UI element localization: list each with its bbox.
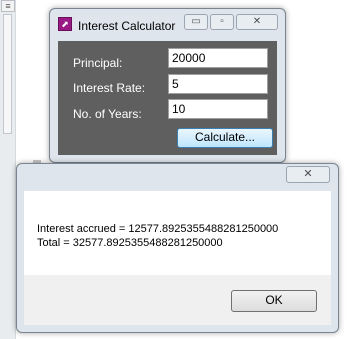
calculator-form: Principal: 20000 Interest Rate: 5 No. of… [58,41,277,155]
message-close-button[interactable]: ✕ [286,166,330,183]
maximize-button[interactable]: ▫ [210,14,234,30]
interest-rate-input[interactable]: 5 [168,74,268,94]
calculate-button[interactable]: Calculate... [177,128,273,148]
interest-accrued-text: Interest accrued = 12577.892535548828125… [37,223,279,235]
interest-calculator-window: ⬈ Interest Calculator ▭ ▫ ✕ Principal: 2… [49,8,286,163]
scroll-up-button[interactable]: ≡ [1,0,15,12]
scroll-thumb[interactable] [3,14,12,134]
window-title: Interest Calculator [78,19,176,33]
close-button[interactable]: ✕ [236,14,278,30]
interest-rate-label: Interest Rate: [73,81,146,95]
principal-input[interactable]: 20000 [168,48,268,68]
message-body: Interest accrued = 12577.892535548828125… [24,191,331,275]
minimize-button[interactable]: ▭ [184,14,208,30]
principal-label: Principal: [73,56,123,70]
window-controls: ▭ ▫ ✕ [182,14,278,30]
message-footer: OK [24,275,331,325]
years-input[interactable]: 10 [168,99,268,119]
result-message-box: ✕ Interest accrued = 12577.8925355488281… [16,163,339,333]
total-text: Total = 32577.8925355488281250000 [37,237,223,249]
ok-button[interactable]: OK [231,290,317,312]
chart-icon: ⬈ [58,17,72,31]
calculator-titlebar[interactable]: ⬈ Interest Calculator ▭ ▫ ✕ [50,9,285,37]
background-scrollbar[interactable]: ≡ [0,0,16,339]
years-label: No. of Years: [73,107,142,121]
